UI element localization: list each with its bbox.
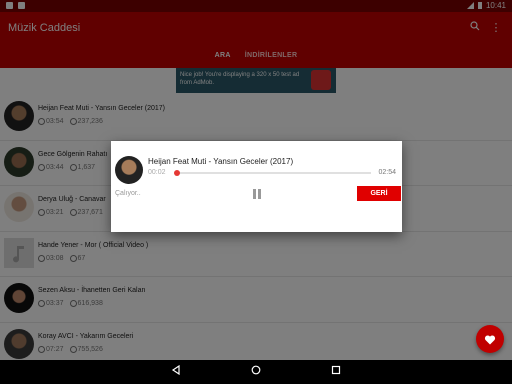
pause-icon-bar [258,189,261,199]
nav-home-icon[interactable] [249,365,263,379]
seek-bar[interactable] [173,170,371,176]
pause-icon [253,189,256,199]
player-state: Çalıyor.. [115,190,141,197]
player-thumbnail [115,156,143,184]
player-duration: 02:54 [378,169,396,176]
nav-back-icon[interactable] [169,364,183,379]
back-button[interactable]: GERİ [357,186,401,201]
player-dialog: Heijan Feat Muti - Yansın Geceler (2017)… [111,141,402,232]
heart-icon [484,335,496,345]
player-elapsed: 00:02 [148,169,166,176]
favorite-button[interactable] [476,325,504,353]
seek-knob[interactable] [173,170,180,176]
navigation-bar [0,360,512,384]
nav-recents-icon[interactable] [329,365,343,379]
player-title: Heijan Feat Muti - Yansın Geceler (2017) [148,157,294,166]
pause-button[interactable] [250,187,264,201]
